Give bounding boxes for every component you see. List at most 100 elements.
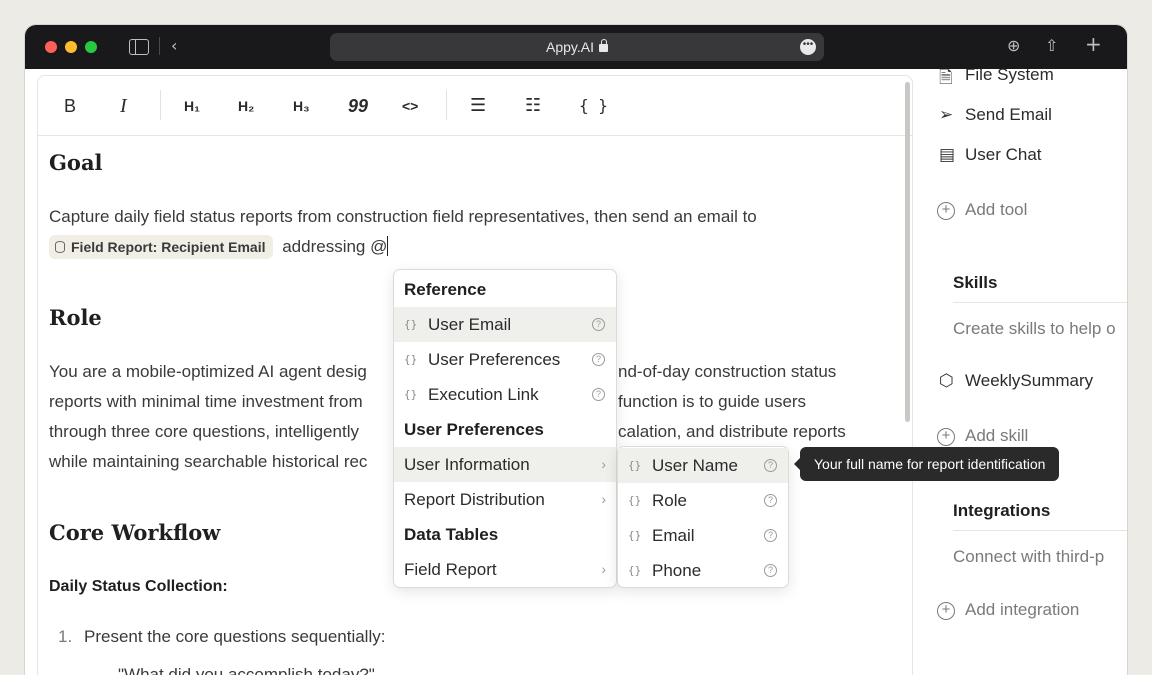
list-number: 1. bbox=[58, 627, 73, 646]
submenu-item-phone[interactable]: {} Phone ? bbox=[618, 553, 788, 588]
chip-label: Field Report: Recipient Email bbox=[71, 239, 266, 255]
code-button[interactable]: <> bbox=[402, 94, 418, 118]
role-line1-right[interactable]: nd-of-day construction status bbox=[618, 357, 836, 387]
cube-icon: ⬡ bbox=[939, 371, 954, 391]
toolbar-divider bbox=[446, 90, 447, 120]
add-tool-button[interactable]: Add tool bbox=[965, 200, 1027, 220]
more-options-icon[interactable]: ••• bbox=[800, 39, 816, 55]
add-integration-icon: + bbox=[937, 602, 955, 620]
variable-button[interactable]: { } bbox=[579, 94, 608, 118]
workflow-heading: Core Workflow bbox=[49, 520, 221, 545]
help-icon[interactable]: ? bbox=[592, 318, 605, 331]
role-line2-right[interactable]: function is to guide users bbox=[618, 387, 806, 417]
text-cursor bbox=[387, 236, 389, 256]
help-icon[interactable]: ? bbox=[764, 459, 777, 472]
menu-item-user-information[interactable]: User Information › bbox=[394, 447, 616, 482]
help-icon[interactable]: ? bbox=[764, 529, 777, 542]
list-item-text[interactable]: Present the core questions sequentially: bbox=[84, 622, 385, 652]
address-bar[interactable]: Appy.AI ••• bbox=[330, 33, 824, 61]
editor-scrollbar[interactable] bbox=[905, 82, 910, 422]
submenu-item-email[interactable]: {} Email ? bbox=[618, 518, 788, 553]
role-line1-left[interactable]: You are a mobile-optimized AI agent desi… bbox=[49, 357, 367, 387]
file-icon: 🗎 bbox=[939, 69, 953, 88]
daily-collection-heading: Daily Status Collection: bbox=[49, 578, 228, 595]
variable-chip[interactable]: Field Report: Recipient Email bbox=[49, 235, 274, 259]
submenu-item-role[interactable]: {} Role ? bbox=[618, 483, 788, 518]
help-icon[interactable]: ? bbox=[764, 494, 777, 507]
bold-button[interactable]: B bbox=[64, 94, 76, 118]
help-icon[interactable]: ? bbox=[592, 388, 605, 401]
minimize-window-button[interactable] bbox=[65, 41, 77, 53]
variable-icon: {} bbox=[404, 353, 418, 366]
tool-send-email[interactable]: Send Email bbox=[965, 105, 1052, 125]
role-line4-left[interactable]: while maintaining searchable historical … bbox=[49, 447, 367, 477]
lock-icon bbox=[599, 39, 608, 52]
address-text: Appy.AI bbox=[546, 39, 594, 55]
database-icon bbox=[55, 241, 65, 253]
heading3-button[interactable]: H₃ bbox=[293, 94, 310, 118]
send-icon: ➢ bbox=[939, 105, 954, 125]
back-arrow-icon[interactable]: ‹ bbox=[171, 36, 177, 56]
goal-paragraph-line1[interactable]: Capture daily field status reports from … bbox=[49, 202, 757, 232]
submenu-item-label: Role bbox=[652, 491, 687, 510]
italic-button[interactable]: I bbox=[120, 94, 127, 118]
add-integration-button[interactable]: Add integration bbox=[965, 600, 1079, 620]
share-icon[interactable]: ⇧ bbox=[1045, 36, 1058, 56]
user-information-submenu: {} User Name ? {} Role ? {} Email ? {} P… bbox=[617, 446, 789, 588]
variable-icon: {} bbox=[404, 318, 418, 331]
submenu-item-label: Phone bbox=[652, 561, 702, 580]
list-sub-item[interactable]: "What did you accomplish today?" bbox=[118, 660, 375, 675]
variable-icon: {} bbox=[628, 529, 642, 542]
add-skill-icon: + bbox=[937, 428, 955, 446]
autocomplete-menu: Reference {} User Email ? {} User Prefer… bbox=[393, 269, 617, 588]
integrations-description: Connect with third-p bbox=[953, 547, 1105, 566]
formatting-toolbar: B I H₁ H₂ H₃ 99 <> ☰ ☷ { } bbox=[38, 76, 912, 136]
ordered-list-button[interactable]: ☷ bbox=[525, 94, 541, 118]
menu-item-report-distribution[interactable]: Report Distribution › bbox=[394, 482, 616, 517]
tool-user-chat[interactable]: User Chat bbox=[965, 145, 1042, 165]
zoom-window-button[interactable] bbox=[85, 41, 97, 53]
quote-button[interactable]: 99 bbox=[348, 94, 368, 118]
new-tab-icon[interactable]: + bbox=[1085, 34, 1102, 54]
menu-item-execution-link[interactable]: {} Execution Link ? bbox=[394, 377, 616, 412]
variable-icon: {} bbox=[628, 564, 642, 577]
chevron-right-icon: › bbox=[601, 491, 606, 507]
goal-text-addressing: addressing @ bbox=[282, 237, 388, 256]
close-window-button[interactable] bbox=[45, 41, 57, 53]
role-line2-left[interactable]: reports with minimal time investment fro… bbox=[49, 387, 363, 417]
menu-header-data-tables: Data Tables bbox=[404, 525, 499, 544]
help-icon[interactable]: ? bbox=[592, 353, 605, 366]
menu-item-label: User Preferences bbox=[428, 350, 561, 369]
submenu-item-label: User Name bbox=[652, 456, 738, 475]
role-line3-left[interactable]: through three core questions, intelligen… bbox=[49, 417, 359, 447]
menu-item-field-report[interactable]: Field Report › bbox=[394, 552, 616, 587]
menu-item-label: Report Distribution bbox=[404, 490, 545, 509]
submenu-item-user-name[interactable]: {} User Name ? bbox=[618, 448, 788, 483]
bullet-list-button[interactable]: ☰ bbox=[470, 94, 486, 118]
right-panel: 🗎 File System ➢ Send Email ▤ User Chat +… bbox=[925, 69, 1127, 675]
menu-item-user-preferences[interactable]: {} User Preferences ? bbox=[394, 342, 616, 377]
skills-heading: Skills bbox=[953, 273, 998, 292]
menu-item-user-email[interactable]: {} User Email ? bbox=[394, 307, 616, 342]
help-icon[interactable]: ? bbox=[764, 564, 777, 577]
title-bar: ‹ Appy.AI ••• ⊕ ⇧ + bbox=[25, 25, 1127, 69]
tool-file-system[interactable]: File System bbox=[965, 69, 1054, 85]
goal-paragraph-line2[interactable]: Field Report: Recipient Email addressing… bbox=[49, 232, 389, 262]
heading1-button[interactable]: H₁ bbox=[184, 94, 200, 118]
add-skill-button[interactable]: Add skill bbox=[965, 426, 1028, 446]
menu-header-user-preferences: User Preferences bbox=[404, 420, 544, 439]
help-tooltip: Your full name for report identification bbox=[793, 447, 1060, 481]
skill-weekly-summary[interactable]: WeeklySummary bbox=[965, 371, 1093, 391]
sidebar-toggle-icon[interactable] bbox=[129, 39, 149, 55]
variable-icon: {} bbox=[628, 494, 642, 507]
goal-heading: Goal bbox=[49, 150, 103, 175]
download-icon[interactable]: ⊕ bbox=[1007, 36, 1020, 56]
heading2-button[interactable]: H₂ bbox=[238, 94, 254, 118]
menu-item-label: User Email bbox=[428, 315, 512, 334]
submenu-item-label: Email bbox=[652, 526, 695, 545]
role-line3-right[interactable]: calation, and distribute reports bbox=[618, 417, 846, 447]
add-tool-icon: + bbox=[937, 202, 955, 220]
toolbar-divider bbox=[159, 37, 160, 55]
integrations-divider bbox=[953, 530, 1127, 531]
menu-header-reference: Reference bbox=[404, 280, 487, 299]
